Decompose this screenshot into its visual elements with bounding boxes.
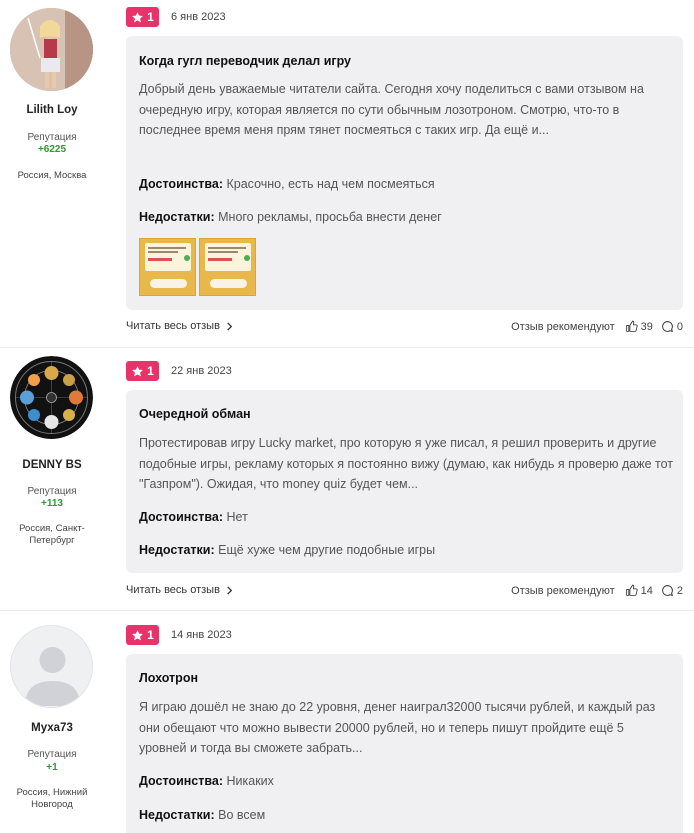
recommend-label: Отзыв рекомендуют bbox=[511, 584, 615, 597]
cons-label: Недостатки: bbox=[139, 543, 215, 557]
thumbs-up-icon bbox=[625, 320, 638, 332]
review-images bbox=[139, 238, 259, 296]
avatar[interactable] bbox=[10, 356, 93, 439]
pros: Достоинства: Никаких bbox=[139, 774, 274, 788]
comments-button[interactable]: 2 bbox=[661, 584, 683, 597]
star-icon bbox=[132, 629, 144, 640]
review-title[interactable]: Когда гугл переводчик делал игру bbox=[139, 54, 351, 68]
thumbs-up-icon bbox=[625, 584, 638, 596]
rating-value: 1 bbox=[147, 10, 154, 24]
review-excerpt: Добрый день уважаемые читатели сайта. Се… bbox=[139, 82, 644, 137]
cons: Недостатки: Много рекламы, просьба внест… bbox=[139, 210, 442, 224]
review-body: Лохотрон Я играю дошёл не знаю до 22 уро… bbox=[126, 654, 683, 833]
review-body: Когда гугл переводчик делал игру Добрый … bbox=[126, 36, 683, 310]
pros-text: Нет bbox=[226, 510, 248, 524]
like-button[interactable]: 14 bbox=[625, 584, 653, 597]
pros: Достоинства: Красочно, есть над чем посм… bbox=[139, 177, 435, 191]
comments-count: 0 bbox=[676, 320, 683, 333]
cons: Недостатки: Ещё хуже чем другие подобные… bbox=[139, 543, 435, 557]
review-card: Муха73 Репутация +1 Россия, Нижний Новго… bbox=[0, 611, 694, 833]
review-footer: Отзыв рекомендуют 14 2 bbox=[511, 584, 683, 597]
like-button[interactable]: 39 bbox=[625, 320, 653, 333]
review-date: 6 янв 2023 bbox=[171, 11, 226, 23]
pros-label: Достоинства: bbox=[139, 774, 224, 788]
pros-text: Никаких bbox=[226, 774, 274, 788]
read-full-review-link[interactable]: Читать весь отзыв bbox=[126, 320, 233, 332]
comment-icon bbox=[662, 321, 673, 332]
avatar[interactable] bbox=[10, 625, 93, 708]
review-title[interactable]: Очередной обман bbox=[139, 407, 251, 421]
review-title[interactable]: Лохотрон bbox=[139, 671, 198, 685]
chevron-right-icon bbox=[227, 321, 233, 331]
rating-value: 1 bbox=[147, 628, 154, 642]
rating-badge: 1 bbox=[126, 625, 159, 645]
author-location: Россия, Санкт-Петербург bbox=[19, 523, 85, 546]
avatar[interactable] bbox=[10, 8, 93, 91]
comments-count: 2 bbox=[676, 584, 683, 597]
review-body: Очередной обман Протестировав игру Lucky… bbox=[126, 390, 683, 573]
cons: Недостатки: Во всем bbox=[139, 808, 265, 822]
reputation-value: +1 bbox=[46, 762, 58, 773]
reputation-label: Репутация bbox=[27, 749, 77, 760]
cons-label: Недостатки: bbox=[139, 210, 215, 224]
reputation-label: Репутация bbox=[27, 132, 77, 143]
author-name[interactable]: DENNY BS bbox=[0, 459, 104, 471]
cons-text: Много рекламы, просьба внести денег bbox=[218, 210, 442, 224]
reputation-value: +6225 bbox=[37, 144, 67, 155]
review-footer: Отзыв рекомендуют 39 0 bbox=[511, 320, 683, 333]
pros-text: Красочно, есть над чем посмеяться bbox=[226, 177, 435, 191]
pros-label: Достоинства: bbox=[139, 177, 224, 191]
reputation-label: Репутация bbox=[27, 486, 77, 497]
review-image-thumbnail[interactable] bbox=[139, 238, 196, 296]
read-full-review-link[interactable]: Читать весь отзыв bbox=[126, 584, 233, 596]
reputation-value: +113 bbox=[41, 498, 63, 509]
rating-badge: 1 bbox=[126, 361, 159, 381]
author-location: Россия, Нижний Новгород bbox=[16, 787, 88, 810]
review-date: 14 янв 2023 bbox=[171, 629, 232, 641]
comment-icon bbox=[662, 585, 673, 596]
star-icon bbox=[132, 365, 144, 376]
cons-text: Ещё хуже чем другие подобные игры bbox=[218, 543, 436, 557]
star-icon bbox=[132, 11, 144, 22]
author-name[interactable]: Lilith Loy bbox=[0, 104, 104, 116]
chevron-right-icon bbox=[227, 585, 233, 595]
review-card: Lilith Loy Репутация +6225 Россия, Москв… bbox=[0, 0, 694, 347]
review-card: DENNY BS Репутация +113 Россия, Санкт-Пе… bbox=[0, 348, 694, 610]
comments-button[interactable]: 0 bbox=[661, 320, 683, 333]
likes-count: 14 bbox=[640, 584, 653, 597]
read-more-label: Читать весь отзыв bbox=[126, 320, 220, 332]
cons-label: Недостатки: bbox=[139, 808, 215, 822]
author-location: Россия, Москва bbox=[17, 170, 87, 181]
review-excerpt: Я играю дошёл не знаю до 22 уровня, дене… bbox=[139, 700, 656, 755]
likes-count: 39 bbox=[640, 320, 653, 333]
read-more-label: Читать весь отзыв bbox=[126, 584, 220, 596]
review-excerpt: Протестировав игру Lucky market, про кот… bbox=[139, 436, 674, 491]
rating-badge: 1 bbox=[126, 7, 159, 27]
recommend-label: Отзыв рекомендуют bbox=[511, 320, 615, 333]
pros-label: Достоинства: bbox=[139, 510, 224, 524]
review-date: 22 янв 2023 bbox=[171, 365, 232, 377]
cons-text: Во всем bbox=[218, 808, 266, 822]
pros: Достоинства: Нет bbox=[139, 510, 248, 524]
author-name[interactable]: Муха73 bbox=[0, 722, 104, 734]
review-image-thumbnail[interactable] bbox=[199, 238, 256, 296]
rating-value: 1 bbox=[147, 364, 154, 378]
